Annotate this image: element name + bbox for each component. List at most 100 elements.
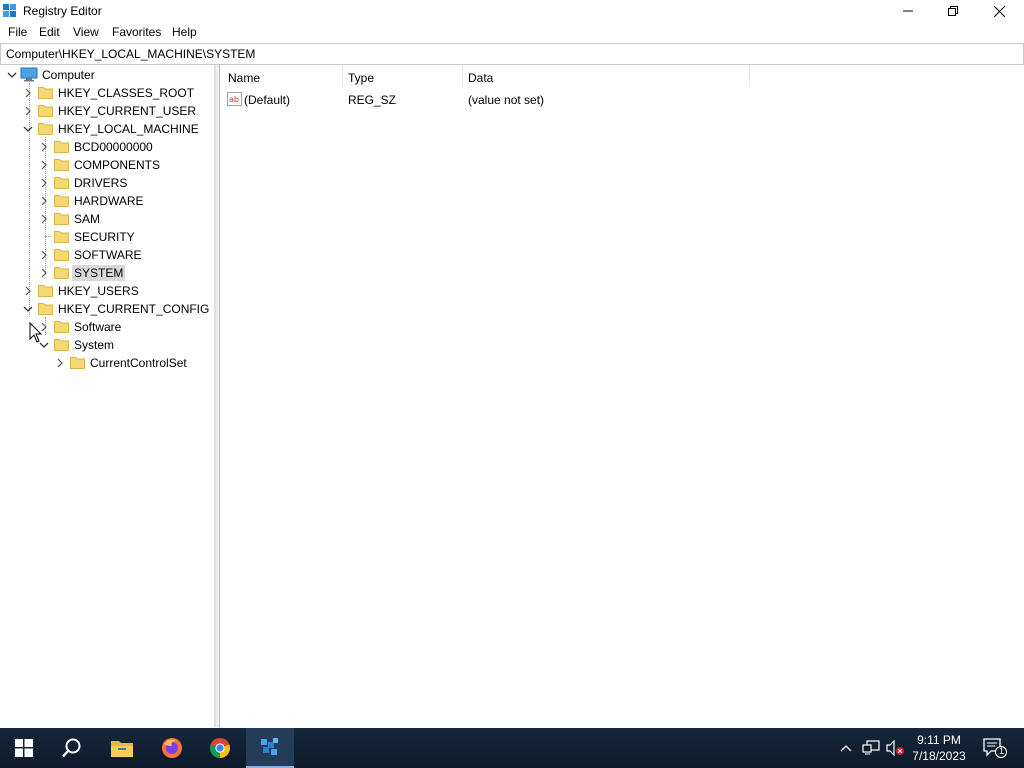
folder-icon bbox=[70, 357, 85, 369]
firefox-icon bbox=[162, 738, 182, 758]
column-divider[interactable] bbox=[342, 65, 343, 87]
notifications-button[interactable]: 1 bbox=[978, 728, 1012, 768]
menu-file[interactable]: File bbox=[8, 25, 27, 39]
folder-icon bbox=[38, 87, 53, 99]
search-button[interactable] bbox=[48, 728, 96, 768]
search-icon bbox=[62, 738, 81, 758]
menu-bar: File Edit View Favorites Help bbox=[0, 22, 1024, 42]
menu-edit[interactable]: Edit bbox=[39, 25, 60, 39]
folder-open-icon bbox=[38, 123, 53, 135]
chevron-right-icon[interactable] bbox=[39, 142, 49, 152]
firefox-button[interactable] bbox=[148, 728, 196, 768]
tree-connector bbox=[45, 236, 51, 237]
chevron-down-icon[interactable] bbox=[23, 304, 33, 314]
folder-icon bbox=[54, 159, 69, 171]
address-path[interactable]: Computer\HKEY_LOCAL_MACHINE\SYSTEM bbox=[6, 47, 255, 61]
column-header-name[interactable]: Name bbox=[228, 71, 260, 85]
notification-count: 1 bbox=[999, 746, 1005, 756]
chevron-right-icon[interactable] bbox=[23, 88, 33, 98]
tree-item-system[interactable]: SYSTEM bbox=[72, 265, 126, 281]
chrome-icon bbox=[210, 738, 230, 758]
chevron-right-icon[interactable] bbox=[39, 250, 49, 260]
restore-button[interactable] bbox=[930, 0, 976, 22]
value-name[interactable]: (Default) bbox=[244, 93, 290, 107]
tree-item-config-software[interactable]: Software bbox=[72, 319, 123, 335]
folder-icon bbox=[54, 267, 69, 279]
network-button[interactable] bbox=[860, 728, 882, 768]
value-type: REG_SZ bbox=[348, 93, 397, 107]
title-bar: Registry Editor bbox=[0, 0, 1024, 22]
chevron-down-icon[interactable] bbox=[23, 124, 33, 134]
tree-item-drivers[interactable]: DRIVERS bbox=[72, 175, 129, 191]
restore-icon bbox=[948, 6, 958, 16]
column-divider[interactable] bbox=[462, 65, 463, 87]
column-header-data[interactable]: Data bbox=[468, 71, 493, 85]
folder-icon bbox=[54, 195, 69, 207]
windows-logo-icon bbox=[15, 739, 33, 757]
chevron-right-icon[interactable] bbox=[39, 196, 49, 206]
tree-item-security[interactable]: SECURITY bbox=[72, 229, 137, 245]
folder-open-icon bbox=[54, 339, 69, 351]
volume-muted-icon bbox=[886, 740, 904, 756]
tree-item-hkey-current-config[interactable]: HKEY_CURRENT_CONFIG bbox=[56, 301, 211, 317]
tree-item-hkey-current-user[interactable]: HKEY_CURRENT_USER bbox=[56, 103, 198, 119]
folder-icon bbox=[54, 321, 69, 333]
folder-icon bbox=[54, 249, 69, 261]
folder-icon bbox=[54, 177, 69, 189]
file-explorer-button[interactable] bbox=[98, 728, 146, 768]
menu-help[interactable]: Help bbox=[172, 25, 197, 39]
clock-date: 7/18/2023 bbox=[912, 749, 966, 763]
tree-item-components[interactable]: COMPONENTS bbox=[72, 157, 162, 173]
show-hidden-icons-button[interactable] bbox=[836, 728, 856, 768]
chevron-right-icon[interactable] bbox=[55, 358, 65, 368]
menu-view[interactable]: View bbox=[73, 25, 99, 39]
tree-item-bcd[interactable]: BCD00000000 bbox=[72, 139, 155, 155]
registry-editor-taskbar-button[interactable] bbox=[246, 728, 294, 768]
clock-time: 9:11 PM bbox=[917, 733, 961, 747]
volume-button[interactable] bbox=[884, 728, 906, 768]
folder-icon bbox=[38, 105, 53, 117]
close-icon bbox=[993, 5, 1005, 17]
chevron-right-icon[interactable] bbox=[39, 214, 49, 224]
tree-item-hardware[interactable]: HARDWARE bbox=[72, 193, 146, 209]
network-icon bbox=[862, 740, 880, 755]
start-button[interactable] bbox=[0, 728, 48, 768]
tree-item-hkey-classes-root[interactable]: HKEY_CLASSES_ROOT bbox=[56, 85, 196, 101]
chevron-up-icon bbox=[840, 745, 852, 752]
taskbar: 9:11 PM 7/18/2023 1 bbox=[0, 728, 1024, 768]
chevron-right-icon[interactable] bbox=[39, 268, 49, 278]
minimize-icon bbox=[903, 10, 913, 12]
minimize-button[interactable] bbox=[885, 0, 931, 22]
tree-item-current-control-set[interactable]: CurrentControlSet bbox=[88, 355, 189, 371]
menu-favorites[interactable]: Favorites bbox=[112, 25, 161, 39]
column-divider[interactable] bbox=[749, 65, 750, 87]
address-bar[interactable]: Computer\HKEY_LOCAL_MACHINE\SYSTEM bbox=[0, 43, 1024, 65]
registry-tree[interactable]: Computer HKEY_CLASSES_ROOT HKEY_CURRENT_… bbox=[0, 65, 215, 727]
registry-editor-icon bbox=[3, 4, 16, 17]
column-header-type[interactable]: Type bbox=[348, 71, 374, 85]
tree-connector bbox=[29, 83, 30, 317]
svg-text:ab: ab bbox=[229, 95, 239, 104]
folder-icon bbox=[54, 213, 69, 225]
values-list[interactable]: Name Type Data ab (Default) REG_SZ (valu… bbox=[221, 65, 1022, 727]
folder-icon bbox=[38, 285, 53, 297]
tree-item-hkey-local-machine[interactable]: HKEY_LOCAL_MACHINE bbox=[56, 121, 201, 137]
chevron-right-icon[interactable] bbox=[23, 286, 33, 296]
tree-item-computer[interactable]: Computer bbox=[40, 67, 97, 83]
tree-item-hkey-users[interactable]: HKEY_USERS bbox=[56, 283, 141, 299]
close-button[interactable] bbox=[976, 0, 1022, 22]
tree-item-config-system[interactable]: System bbox=[72, 337, 116, 353]
window-title: Registry Editor bbox=[23, 4, 102, 18]
mouse-cursor-icon bbox=[29, 322, 43, 343]
tree-item-sam[interactable]: SAM bbox=[72, 211, 102, 227]
pane-splitter[interactable] bbox=[215, 65, 220, 727]
chrome-button[interactable] bbox=[196, 728, 244, 768]
chevron-right-icon[interactable] bbox=[39, 178, 49, 188]
chevron-right-icon[interactable] bbox=[23, 106, 33, 116]
chevron-right-icon[interactable] bbox=[39, 160, 49, 170]
tree-item-software[interactable]: SOFTWARE bbox=[72, 247, 144, 263]
clock[interactable]: 9:11 PM 7/18/2023 bbox=[905, 732, 973, 764]
folder-icon bbox=[54, 141, 69, 153]
value-data: (value not set) bbox=[468, 93, 545, 107]
chevron-down-icon[interactable] bbox=[7, 70, 17, 80]
